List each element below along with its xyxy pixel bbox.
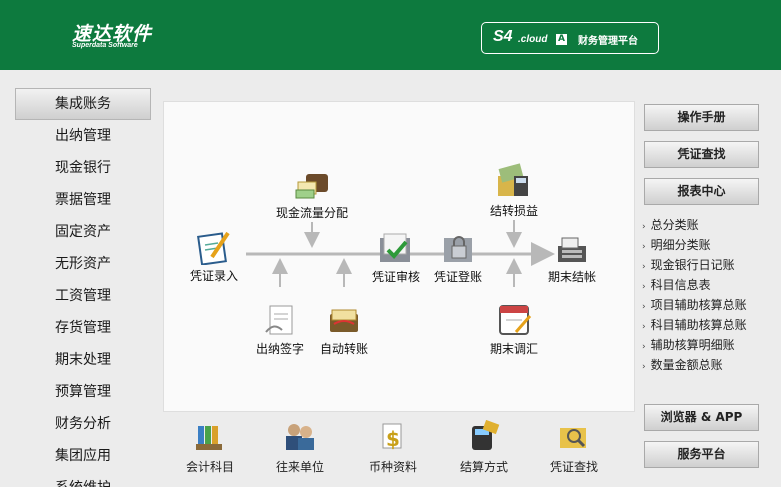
flow-period-close-label: 期末结帐 — [547, 270, 596, 284]
quick-label: 会计科目 — [185, 460, 234, 474]
report-link[interactable]: › 明细分类账 — [642, 235, 777, 255]
flow-period-adjust[interactable]: 期末调汇 — [474, 300, 554, 357]
flow-voucher-entry[interactable]: 凭证录入 — [174, 229, 254, 284]
flow-auto-transfer-label: 自动转账 — [319, 342, 368, 356]
sidebar: 集成账务 出纳管理 现金银行 票据管理 固定资产 无形资产 工资管理 存货管理 … — [0, 88, 160, 487]
sidebar-item-financial-analysis[interactable]: 财务分析 — [15, 408, 151, 440]
chevron-right-icon: › — [642, 342, 646, 352]
report-link[interactable]: › 项目辅助核算总账 — [642, 295, 777, 315]
cloud-badge: A — [556, 34, 567, 45]
workflow-panel: 凭证录入 现金流量分配 出纳签字 自动转账 凭证审核 凭证登账 结转损益 期末调… — [163, 101, 635, 412]
flow-carry-pl-label: 结转损益 — [489, 204, 538, 218]
quick-voucher-query[interactable]: 凭证查找 — [544, 420, 604, 475]
service-platform-button[interactable]: 服务平台 — [644, 441, 759, 468]
flow-period-adjust-label: 期末调汇 — [489, 342, 538, 356]
clipboard-pencil-icon — [197, 231, 230, 265]
product-name: S4 — [493, 28, 513, 45]
chevron-right-icon: › — [642, 282, 646, 292]
quick-partners[interactable]: 往来单位 — [270, 420, 330, 475]
money-calculator-icon — [498, 163, 528, 196]
chevron-right-icon: › — [642, 222, 646, 232]
report-link[interactable]: › 科目信息表 — [642, 275, 777, 295]
calendar-pen-icon — [499, 305, 532, 335]
flow-carry-pl[interactable]: 结转损益 — [474, 162, 554, 219]
sidebar-item-fixed-assets[interactable]: 固定资产 — [15, 216, 151, 248]
app-header: 速达软件 Superdata Software S4 .cloud A 财务管理… — [0, 0, 781, 70]
logo-subtitle: Superdata Software — [72, 42, 138, 49]
binders-icon — [196, 426, 222, 450]
quick-currency[interactable]: $ 币种资料 — [363, 420, 423, 475]
money-transfer-icon — [330, 309, 358, 332]
report-link[interactable]: › 现金银行日记账 — [642, 255, 777, 275]
svg-text:$: $ — [386, 427, 400, 451]
flow-cashflow-alloc-label: 现金流量分配 — [275, 206, 348, 220]
sidebar-item-cash-bank[interactable]: 现金银行 — [15, 152, 151, 184]
chevron-right-icon: › — [642, 362, 646, 372]
chevron-right-icon: › — [642, 302, 646, 312]
report-links: › 总分类账 › 明细分类账 › 现金银行日记账 › 科目信息表 › 项目辅助核算总账 ›… — [642, 215, 777, 375]
sidebar-item-cashier[interactable]: 出纳管理 — [15, 120, 151, 152]
platform-name: 财务管理平台 — [578, 36, 638, 47]
manual-button[interactable]: 操作手册 — [644, 104, 759, 131]
browser-app-button[interactable]: 浏览器 & APP — [644, 404, 759, 431]
sidebar-item-period-end[interactable]: 期末处理 — [15, 344, 151, 376]
sidebar-item-budget[interactable]: 预算管理 — [15, 376, 151, 408]
sidebar-item-system[interactable]: 系统维护 — [15, 472, 151, 487]
lock-folder-icon — [444, 236, 472, 262]
flow-cashflow-alloc[interactable]: 现金流量分配 — [270, 168, 354, 221]
chevron-right-icon: › — [642, 262, 646, 272]
sidebar-item-intangible-assets[interactable]: 无形资产 — [15, 248, 151, 280]
dollar-document-icon: $ — [382, 423, 402, 451]
sidebar-item-group[interactable]: 集团应用 — [15, 440, 151, 472]
report-link[interactable]: › 科目辅助核算总账 — [642, 315, 777, 335]
flow-voucher-post[interactable]: 凭证登账 — [418, 230, 498, 285]
product-badge: S4 .cloud A 财务管理平台 — [481, 22, 659, 54]
card-terminal-icon — [472, 419, 500, 450]
sidebar-item-payroll[interactable]: 工资管理 — [15, 280, 151, 312]
folder-check-icon — [380, 233, 410, 262]
quick-label: 凭证查找 — [549, 460, 598, 474]
report-center-button[interactable]: 报表中心 — [644, 178, 759, 205]
people-icon — [286, 424, 314, 450]
flow-voucher-post-label: 凭证登账 — [433, 270, 482, 284]
sign-document-icon — [265, 305, 293, 335]
chevron-right-icon: › — [642, 242, 646, 252]
quick-label: 币种资料 — [368, 460, 417, 474]
report-link[interactable]: › 总分类账 — [642, 215, 777, 235]
wallet-icon — [295, 174, 328, 199]
quick-label: 结算方式 — [459, 460, 508, 474]
cash-register-icon — [558, 237, 586, 262]
voucher-query-button[interactable]: 凭证查找 — [644, 141, 759, 168]
product-cloud: .cloud — [518, 34, 548, 45]
flow-period-close[interactable]: 期末结帐 — [532, 232, 612, 285]
report-link[interactable]: › 辅助核算明细账 — [642, 335, 777, 355]
quick-accounting-subjects[interactable]: 会计科目 — [180, 420, 240, 475]
quick-label: 往来单位 — [275, 460, 324, 474]
report-link[interactable]: › 数量金额总账 — [642, 355, 777, 375]
sidebar-item-inventory[interactable]: 存货管理 — [15, 312, 151, 344]
chevron-right-icon: › — [642, 322, 646, 332]
sidebar-item-bills[interactable]: 票据管理 — [15, 184, 151, 216]
flow-auto-transfer[interactable]: 自动转账 — [304, 302, 384, 357]
folder-search-icon — [560, 428, 586, 448]
flow-voucher-entry-label: 凭证录入 — [189, 269, 238, 283]
sidebar-item-integrated-accounts[interactable]: 集成账务 — [15, 88, 151, 120]
quick-settlement[interactable]: 结算方式 — [454, 419, 514, 475]
